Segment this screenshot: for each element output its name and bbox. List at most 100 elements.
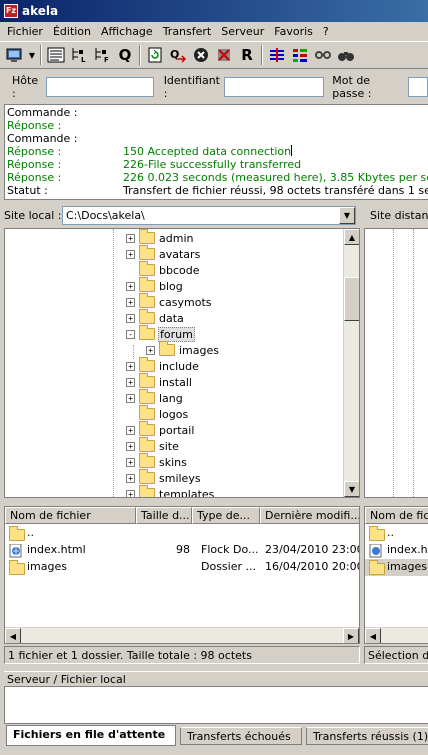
log-row: Réponse :226-File successfully transferr… bbox=[7, 158, 302, 171]
tree-item-include[interactable]: + include bbox=[126, 357, 200, 374]
expand-icon[interactable]: + bbox=[126, 313, 135, 323]
menu-transfert[interactable]: Transfert bbox=[158, 25, 217, 38]
remote-status-bar: Sélection de bbox=[364, 646, 428, 664]
tree-item-images[interactable]: + images bbox=[146, 341, 220, 358]
folder-icon bbox=[369, 560, 385, 575]
remote-site-label: Site distant bbox=[370, 208, 428, 222]
remote-file-row-index[interactable]: index.ht bbox=[365, 542, 428, 559]
tab-successful-transfers[interactable]: Transferts réussis (1) bbox=[306, 727, 428, 745]
tree-item-data[interactable]: + data bbox=[126, 309, 185, 326]
tree-item-skins[interactable]: + skins bbox=[126, 453, 188, 470]
tree-item-label: templates bbox=[159, 487, 215, 498]
tree-item-admin[interactable]: + admin bbox=[126, 229, 194, 246]
expand-icon[interactable]: + bbox=[126, 281, 135, 291]
refresh-icon[interactable] bbox=[144, 44, 166, 66]
local-file-list[interactable]: Nom de fichier Taille d... Type de... De… bbox=[4, 506, 360, 644]
menu-bar: Fichier Édition Affichage Transfert Serv… bbox=[0, 22, 428, 41]
compare-icon[interactable] bbox=[266, 44, 288, 66]
password-input[interactable] bbox=[408, 77, 428, 97]
tree-item-blog[interactable]: + blog bbox=[126, 277, 184, 294]
local-tree-icon[interactable]: L bbox=[68, 44, 90, 66]
scroll-right-icon[interactable]: ▶ bbox=[343, 628, 359, 643]
menu-edition[interactable]: Édition bbox=[48, 25, 96, 38]
log-row: Statut : Transfert de fichier réussi, 98 … bbox=[7, 184, 428, 197]
tree-item-smileys[interactable]: + smileys bbox=[126, 469, 202, 486]
tree-item-label: images bbox=[179, 343, 219, 357]
column-header-type[interactable]: Type de... bbox=[192, 507, 260, 524]
tree-item-casymots[interactable]: + casymots bbox=[126, 293, 213, 310]
remote-directory-tree[interactable] bbox=[364, 228, 428, 498]
transfer-queue-list[interactable] bbox=[4, 686, 428, 724]
scroll-up-icon[interactable]: ▲ bbox=[344, 229, 359, 245]
local-file-hscrollbar[interactable]: ◀ ▶ bbox=[5, 627, 359, 643]
collapse-icon[interactable]: - bbox=[126, 329, 135, 339]
tree-item-label: install bbox=[159, 375, 192, 389]
username-input[interactable] bbox=[224, 77, 325, 97]
expand-icon[interactable]: + bbox=[126, 297, 135, 307]
tree-item-logos[interactable]: logos bbox=[126, 405, 189, 422]
tab-queued-files[interactable]: Fichiers en file d'attente bbox=[6, 725, 176, 746]
cancel-icon[interactable] bbox=[190, 44, 212, 66]
local-directory-tree[interactable]: + admin + avatars bbcode + blog + casymots + data -… bbox=[4, 228, 360, 498]
expand-icon[interactable]: + bbox=[126, 249, 135, 259]
site-manager-icon[interactable] bbox=[4, 44, 26, 66]
column-header-filename[interactable]: Nom de fichier bbox=[5, 507, 136, 524]
scroll-left-icon[interactable]: ◀ bbox=[5, 628, 21, 643]
remote-file-row-parent[interactable]: .. bbox=[365, 525, 428, 542]
expand-icon[interactable]: + bbox=[126, 457, 135, 467]
scroll-thumb[interactable] bbox=[344, 277, 359, 321]
scroll-down-icon[interactable]: ▼ bbox=[344, 481, 359, 497]
tree-item-forum[interactable]: - forum bbox=[126, 325, 195, 342]
column-header-modified[interactable]: Dernière modifi... bbox=[260, 507, 359, 524]
expand-icon[interactable]: + bbox=[146, 345, 155, 355]
log-row: Réponse :226 0.023 seconds (measured her… bbox=[7, 171, 428, 184]
tab-failed-transfers[interactable]: Transferts échoués bbox=[180, 727, 302, 745]
menu-serveur[interactable]: Serveur bbox=[216, 25, 269, 38]
tree-item-site[interactable]: + site bbox=[126, 437, 180, 454]
expand-icon[interactable]: + bbox=[126, 441, 135, 451]
dropdown-arrow-icon[interactable]: ▼ bbox=[27, 44, 37, 66]
menu-fichier[interactable]: Fichier bbox=[2, 25, 48, 38]
file-row-parent[interactable]: .. bbox=[5, 525, 359, 542]
tree-item-install[interactable]: + install bbox=[126, 373, 193, 390]
local-tree-scrollbar[interactable]: ▲ ▼ bbox=[343, 229, 359, 497]
remote-column-header-filename[interactable]: Nom de fich bbox=[365, 507, 428, 524]
reconnect-icon[interactable]: R bbox=[236, 44, 258, 66]
message-log[interactable]: Commande : Réponse : Commande : Réponse … bbox=[4, 104, 428, 200]
local-path-combobox[interactable]: C:\Docs\akela\ ▼ bbox=[62, 205, 356, 225]
scroll-left-icon[interactable]: ◀ bbox=[365, 628, 381, 643]
tree-item-bbcode[interactable]: bbcode bbox=[126, 261, 201, 278]
expand-icon[interactable]: + bbox=[126, 233, 135, 243]
tree-item-templates[interactable]: + templates bbox=[126, 485, 215, 498]
process-queue-icon[interactable]: Q bbox=[167, 44, 189, 66]
remote-file-list[interactable]: Nom de fich .. index.ht images ◀ bbox=[364, 506, 428, 644]
column-header-size[interactable]: Taille d... bbox=[136, 507, 192, 524]
tree-item-lang[interactable]: + lang bbox=[126, 389, 184, 406]
expand-icon[interactable]: + bbox=[126, 377, 135, 387]
chevron-down-icon[interactable]: ▼ bbox=[339, 206, 355, 224]
remote-file-hscrollbar[interactable]: ◀ bbox=[365, 627, 428, 643]
menu-favoris[interactable]: Favoris bbox=[269, 25, 318, 38]
menu-affichage[interactable]: Affichage bbox=[96, 25, 158, 38]
expand-icon[interactable]: + bbox=[126, 473, 135, 483]
expand-icon[interactable]: + bbox=[126, 489, 135, 497]
expand-icon[interactable]: + bbox=[126, 393, 135, 403]
disconnect-icon[interactable] bbox=[213, 44, 235, 66]
toolbar-separator bbox=[40, 45, 42, 65]
menu-help[interactable]: ? bbox=[318, 25, 334, 38]
file-row-index-html[interactable]: index.html 98 Flock Do... 23/04/2010 23:… bbox=[5, 542, 359, 559]
remote-tree-icon[interactable]: F bbox=[91, 44, 113, 66]
queue-icon[interactable]: Q bbox=[114, 44, 136, 66]
sync-browse-icon[interactable] bbox=[312, 44, 334, 66]
expand-icon[interactable]: + bbox=[126, 361, 135, 371]
host-input[interactable] bbox=[45, 77, 154, 97]
expand-icon[interactable]: + bbox=[126, 425, 135, 435]
tree-item-portail[interactable]: + portail bbox=[126, 421, 195, 438]
message-log-icon[interactable] bbox=[45, 44, 67, 66]
tree-item-avatars[interactable]: + avatars bbox=[126, 245, 201, 262]
remote-file-row-images-selected[interactable]: images bbox=[365, 559, 428, 576]
file-row-images[interactable]: images Dossier ... 16/04/2010 20:00:... bbox=[5, 559, 359, 576]
filter-icon[interactable] bbox=[289, 44, 311, 66]
queue-column-header[interactable]: Serveur / Fichier local bbox=[4, 671, 428, 687]
find-icon[interactable] bbox=[335, 44, 357, 66]
